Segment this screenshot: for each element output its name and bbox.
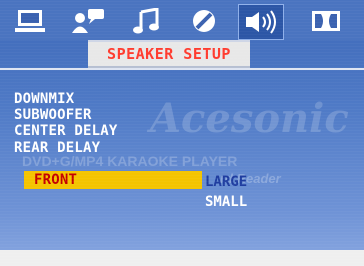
page-title: SPEAKER SETUP bbox=[88, 40, 250, 68]
audio-note-icon bbox=[133, 8, 159, 34]
tab-video[interactable] bbox=[182, 4, 226, 38]
option-large[interactable]: LARGE bbox=[205, 173, 247, 191]
tab-audio[interactable] bbox=[124, 4, 168, 38]
divider bbox=[0, 68, 364, 70]
option-small[interactable]: SMALL bbox=[205, 193, 247, 211]
brand-watermark: Acesonic bbox=[150, 95, 349, 142]
tab-speaker[interactable] bbox=[238, 4, 284, 40]
tab-language[interactable] bbox=[66, 4, 110, 38]
menu-item-rear-delay[interactable]: REAR DELAY bbox=[14, 139, 100, 157]
video-adjust-icon bbox=[193, 10, 215, 32]
speaker-icon bbox=[246, 10, 276, 34]
tab-dolby[interactable] bbox=[304, 4, 348, 38]
osd-screen: SPEAKER SETUP Acesonic DVD+G/MP4 KARAOKE… bbox=[0, 0, 364, 266]
monitor-icon bbox=[15, 10, 45, 32]
tab-general[interactable] bbox=[8, 4, 52, 38]
menu-item-center-delay[interactable]: CENTER DELAY bbox=[14, 122, 118, 140]
dolby-icon bbox=[312, 11, 340, 31]
bottom-bezel bbox=[0, 250, 364, 266]
menu-item-front[interactable]: FRONT bbox=[24, 171, 202, 189]
language-icon bbox=[72, 9, 104, 33]
tab-bar bbox=[0, 0, 364, 40]
